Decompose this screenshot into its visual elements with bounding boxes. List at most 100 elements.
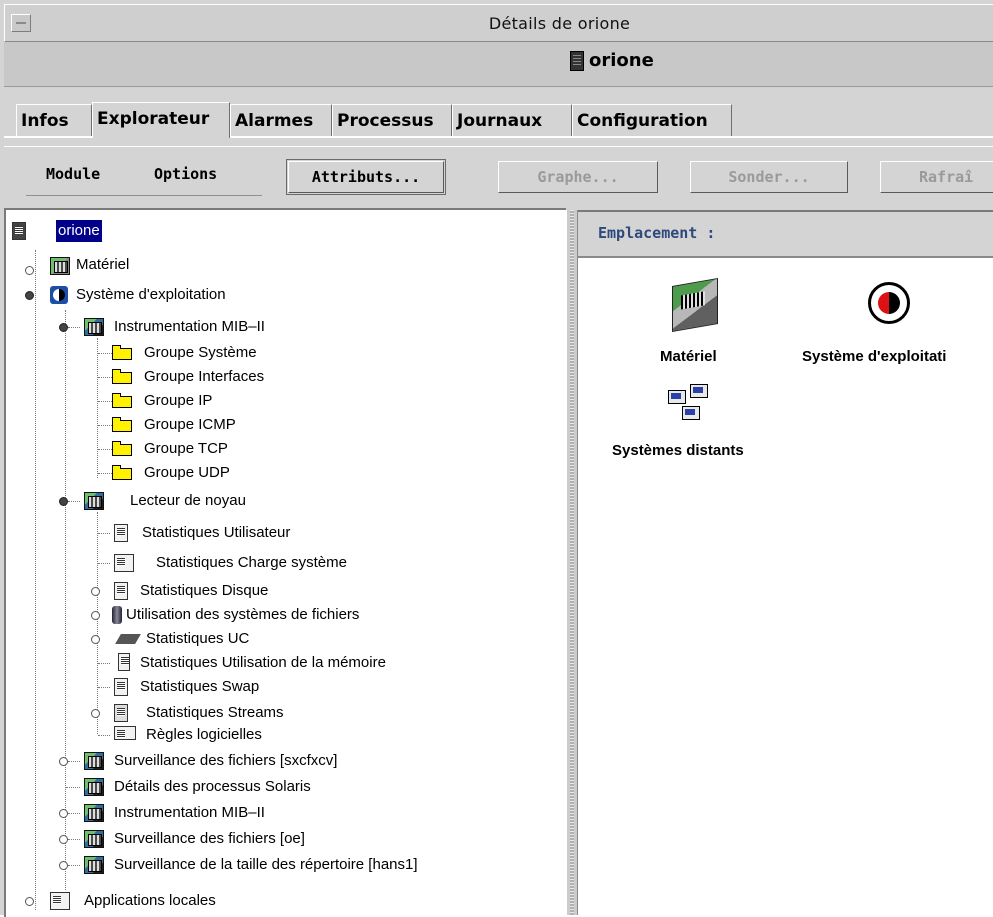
tree-item-label: Statistiques Utilisateur bbox=[142, 524, 291, 541]
tree-item-label: Groupe Interfaces bbox=[144, 368, 265, 385]
os-icon[interactable] bbox=[865, 279, 913, 327]
module-icon bbox=[84, 830, 104, 848]
computer-icon bbox=[682, 406, 700, 420]
tree-item-label: Surveillance des fichiers [oe] bbox=[114, 830, 305, 847]
sonder-button[interactable]: Sonder... bbox=[690, 161, 848, 193]
tree-line bbox=[97, 338, 99, 478]
tree-line bbox=[98, 449, 112, 451]
hardware-icon[interactable] bbox=[672, 277, 718, 333]
tree-item-label: Système d'exploitation bbox=[76, 286, 226, 303]
expand-knob[interactable] bbox=[25, 266, 34, 275]
title-bar[interactable]: Détails de orione bbox=[4, 4, 993, 42]
tree-item-label: Statistiques UC bbox=[146, 630, 250, 647]
expand-knob[interactable] bbox=[59, 497, 68, 506]
tree-line bbox=[68, 813, 80, 815]
tree-item-label: Groupe IP bbox=[144, 392, 213, 409]
computer-icon bbox=[668, 390, 686, 404]
expand-knob[interactable] bbox=[91, 635, 100, 644]
filesystem-icon bbox=[112, 606, 122, 624]
remote-systems-icon[interactable] bbox=[668, 384, 710, 426]
tree-line bbox=[65, 310, 67, 890]
tree-line bbox=[98, 563, 110, 565]
expand-knob[interactable] bbox=[25, 291, 34, 300]
folder-icon bbox=[112, 369, 132, 384]
host-icon bbox=[12, 222, 26, 240]
expand-knob[interactable] bbox=[25, 897, 34, 906]
tree-line bbox=[98, 533, 110, 535]
tree-item-label: Instrumentation MIB–II bbox=[114, 804, 265, 821]
apps-icon bbox=[50, 892, 70, 910]
expand-knob[interactable] bbox=[91, 611, 100, 620]
host-name: orione bbox=[589, 50, 654, 71]
module-icon bbox=[84, 492, 104, 510]
tree-line bbox=[98, 401, 112, 403]
tree-item-label: Détails des processus Solaris bbox=[114, 778, 311, 795]
explorer-tree[interactable]: orione Matériel Système d'exploitation I… bbox=[4, 208, 566, 917]
expand-knob[interactable] bbox=[59, 323, 68, 332]
tree-item-label: Statistiques Streams bbox=[146, 704, 284, 721]
tree-line bbox=[98, 473, 112, 475]
graphe-button[interactable]: Graphe... bbox=[498, 161, 658, 193]
tree-line bbox=[68, 501, 80, 503]
tree-root-label: orione bbox=[56, 220, 102, 242]
module-icon bbox=[84, 778, 104, 796]
tree-line bbox=[68, 865, 80, 867]
expand-knob[interactable] bbox=[91, 709, 100, 718]
folder-icon bbox=[112, 465, 132, 480]
expand-knob[interactable] bbox=[59, 809, 68, 818]
tree-item-label: Applications locales bbox=[84, 892, 216, 909]
tree-item-label: Groupe UDP bbox=[144, 464, 230, 481]
tree-item-label: Matériel bbox=[76, 256, 130, 273]
tab-configuration[interactable]: Configuration bbox=[572, 104, 732, 136]
module-icon bbox=[84, 804, 104, 822]
tree-item-label: Surveillance de la taille des répertoire… bbox=[114, 856, 418, 873]
tab-infos[interactable]: Infos bbox=[16, 104, 92, 136]
tab-alarmes[interactable]: Alarmes bbox=[230, 104, 332, 136]
tree-item-label: Statistiques Utilisation de la mémoire bbox=[140, 654, 386, 671]
tree-item-label: Groupe ICMP bbox=[144, 416, 236, 433]
menu-options[interactable]: Options bbox=[154, 165, 217, 183]
panel-splitter[interactable] bbox=[566, 210, 578, 915]
folder-icon bbox=[112, 441, 132, 456]
tree-line bbox=[66, 787, 80, 789]
tree-line bbox=[98, 425, 112, 427]
tree-item-label: Utilisation des systèmes de fichiers bbox=[126, 606, 360, 623]
tree-item-label: Lecteur de noyau bbox=[130, 492, 246, 509]
menu-separator bbox=[26, 195, 262, 196]
rafraichir-button[interactable]: Rafraî bbox=[880, 161, 993, 193]
expand-knob[interactable] bbox=[59, 757, 68, 766]
content-panel: Emplacement : Matériel Système d'exploit… bbox=[578, 210, 993, 917]
toolbar: Module Options Attributs... Graphe... So… bbox=[4, 146, 993, 207]
hardware-icon bbox=[50, 257, 70, 275]
remote-systems-label[interactable]: Systèmes distants bbox=[612, 442, 744, 459]
tree-item-label: Statistiques Swap bbox=[140, 678, 260, 695]
tree-item-label: Groupe Système bbox=[144, 344, 257, 361]
folder-icon bbox=[112, 417, 132, 432]
os-label[interactable]: Système d'exploitati bbox=[802, 348, 946, 365]
tab-processus[interactable]: Processus bbox=[332, 104, 452, 136]
load-icon bbox=[114, 554, 134, 572]
hardware-label[interactable]: Matériel bbox=[660, 348, 717, 365]
tree-line bbox=[98, 353, 112, 355]
tree-line bbox=[98, 377, 112, 379]
tree-item-label: Règles logicielles bbox=[146, 726, 262, 743]
expand-knob[interactable] bbox=[59, 835, 68, 844]
tab-journaux[interactable]: Journaux bbox=[452, 104, 572, 136]
window-title: Détails de orione bbox=[488, 14, 631, 33]
expand-knob[interactable] bbox=[59, 861, 68, 870]
tab-explorateur[interactable]: Explorateur bbox=[92, 102, 230, 138]
tree-line bbox=[97, 512, 99, 734]
expand-knob[interactable] bbox=[91, 587, 100, 596]
tree-line bbox=[98, 663, 110, 665]
tree-line bbox=[68, 327, 80, 329]
tree-line bbox=[98, 735, 110, 737]
tree-line bbox=[98, 687, 110, 689]
computer-icon bbox=[690, 384, 708, 398]
tree-line bbox=[68, 839, 80, 841]
swap-icon bbox=[114, 678, 128, 696]
menu-module[interactable]: Module bbox=[46, 165, 100, 183]
memory-icon bbox=[118, 653, 130, 671]
location-label: Emplacement : bbox=[598, 224, 716, 242]
attributs-button[interactable]: Attributs... bbox=[288, 161, 444, 193]
module-icon bbox=[84, 856, 104, 874]
